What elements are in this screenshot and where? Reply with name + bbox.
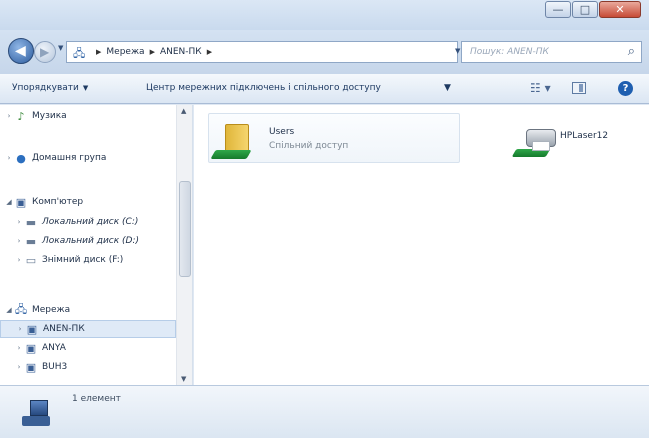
nav-item-label: BUH3 — [42, 362, 68, 372]
nav-item-anya[interactable]: › ▣ ANYA — [0, 339, 176, 357]
nav-item-label: Знімний диск (F:) — [42, 255, 124, 265]
nav-item-anen-pc[interactable]: › ▣ ANEN-ПК — [0, 320, 176, 338]
navigation-pane: › ♪ Музика › ● Домашня група ◢ ▣ Комп'ют… — [0, 105, 193, 385]
help-icon[interactable]: ? — [618, 81, 633, 96]
chevron-down-icon: ▼ — [82, 84, 89, 92]
nav-item-drive-d[interactable]: › ▬ Локальний диск (D:) — [0, 232, 176, 250]
breadcrumb-separator-icon[interactable]: ▶ — [150, 48, 155, 56]
recent-pages-dropdown[interactable]: ▼ — [58, 44, 63, 52]
organize-label: Упорядкувати — [12, 83, 79, 93]
close-button[interactable]: ✕ — [599, 1, 641, 18]
expand-icon[interactable]: › — [14, 344, 24, 352]
address-row: ◀ ▶ ▼ 🖧 ▶ Мережа ▶ ANEN-ПК ▶ ▼ ↻ Пошук: … — [0, 30, 649, 74]
details-pane: 1 елемент — [0, 385, 649, 438]
nav-item-label: Локальний диск (C:) — [42, 217, 139, 227]
drive-icon: ▬ — [25, 234, 37, 248]
nav-item-label: Домашня група — [32, 153, 107, 163]
search-input[interactable]: Пошук: ANEN-ПК ⌕ — [461, 41, 642, 63]
network-icon: 🖧 — [73, 47, 86, 60]
nav-item-label: Локальний диск (D:) — [42, 236, 140, 246]
preview-pane-icon[interactable] — [572, 82, 586, 94]
content-pane: Users Спільний доступ HPLaser12 — [194, 105, 649, 385]
title-bar: — □ ✕ — [0, 0, 649, 30]
share-indicator-icon — [210, 150, 252, 159]
nav-item-network[interactable]: ◢ 🖧 Мережа — [0, 301, 176, 319]
nav-scrollbar[interactable]: ▲ ▼ — [176, 105, 192, 385]
expand-icon[interactable]: › — [14, 237, 24, 245]
computer-icon: ▣ — [15, 195, 27, 209]
item-count: 1 елемент — [72, 394, 121, 404]
network-computer-icon: ▣ — [25, 360, 37, 374]
music-icon: ♪ — [17, 109, 25, 123]
network-computer-icon: ▣ — [25, 341, 37, 355]
network-center-button[interactable]: Центр мережних підключень і спільного до… — [146, 83, 381, 93]
address-dropdown-icon[interactable]: ▼ — [455, 47, 460, 55]
breadcrumb-separator-icon[interactable]: ▶ — [207, 48, 212, 56]
breadcrumb-separator-icon[interactable]: ▶ — [96, 48, 101, 56]
arrow-right-icon: ▶ — [40, 45, 50, 59]
explorer-window: — □ ✕ ◀ ▶ ▼ 🖧 ▶ Мережа ▶ ANEN-ПК ▶ ▼ Пош… — [0, 0, 649, 438]
nav-item-drive-f[interactable]: › ▭ Знімний диск (F:) — [0, 251, 176, 269]
scroll-down-icon[interactable]: ▼ — [181, 375, 186, 383]
expand-icon[interactable]: › — [14, 363, 24, 371]
breadcrumb: ▶ Мережа ▶ ANEN-ПК ▶ — [91, 47, 217, 57]
nav-item-music[interactable]: › ♪ Музика — [0, 107, 176, 125]
forward-button[interactable]: ▶ — [34, 41, 56, 63]
expand-icon[interactable]: › — [14, 256, 24, 264]
address-bar[interactable]: 🖧 ▶ Мережа ▶ ANEN-ПК ▶ ▼ ↻ — [66, 41, 488, 63]
back-button[interactable]: ◀ — [8, 38, 34, 64]
printer-paper-icon — [532, 141, 550, 151]
breadcrumb-computer[interactable]: ANEN-ПК — [160, 47, 202, 57]
shared-folder-users[interactable]: Users Спільний доступ — [208, 113, 460, 163]
nav-item-buh3[interactable]: › ▣ BUH3 — [0, 358, 176, 376]
maximize-icon: □ — [579, 3, 591, 16]
item-title: HPLaser12 — [560, 131, 609, 141]
homegroup-icon: ● — [16, 151, 26, 165]
shared-printer-hplaser12[interactable]: HPLaser12 — [511, 127, 649, 167]
expand-icon[interactable]: › — [4, 112, 14, 120]
monitor-icon — [30, 400, 48, 416]
network-icon: 🖧 — [14, 302, 28, 316]
computer-base-icon — [22, 416, 50, 426]
arrow-left-icon: ◀ — [15, 43, 26, 59]
organize-button[interactable]: Упорядкувати ▼ — [12, 83, 88, 93]
nav-item-label: Музика — [32, 111, 67, 121]
nav-item-label: Комп'ютер — [32, 197, 84, 207]
network-computer-icon — [22, 400, 50, 430]
window-controls: — □ ✕ — [544, 1, 641, 18]
expand-icon[interactable]: › — [14, 218, 24, 226]
nav-item-computer[interactable]: ◢ ▣ Комп'ютер — [0, 193, 176, 211]
network-center-label: Центр мережних підключень і спільного до… — [146, 83, 381, 93]
network-computer-icon: ▣ — [26, 322, 38, 336]
item-title: Users — [269, 127, 295, 137]
nav-item-homegroup[interactable]: › ● Домашня група — [0, 149, 176, 167]
maximize-button[interactable]: □ — [572, 1, 598, 18]
nav-item-drive-c[interactable]: › ▬ Локальний диск (C:) — [0, 213, 176, 231]
search-icon[interactable]: ⌕ — [628, 44, 635, 59]
close-icon: ✕ — [615, 3, 625, 16]
minimize-button[interactable]: — — [545, 1, 571, 18]
expand-icon[interactable]: › — [4, 154, 14, 162]
item-subtitle: Спільний доступ — [269, 141, 349, 151]
minimize-icon: — — [552, 3, 564, 16]
nav-item-label: ANEN-ПК — [43, 324, 85, 334]
expand-icon[interactable]: › — [15, 325, 25, 333]
collapse-icon[interactable]: ◢ — [4, 306, 14, 314]
breadcrumb-network[interactable]: Мережа — [106, 47, 144, 57]
scroll-thumb[interactable] — [179, 181, 191, 277]
change-view-icon[interactable]: ☷ ▾ — [530, 81, 551, 95]
collapse-icon[interactable]: ◢ — [4, 198, 14, 206]
removable-drive-icon: ▭ — [25, 253, 37, 267]
scroll-up-icon[interactable]: ▲ — [181, 107, 186, 115]
nav-item-label: Мережа — [32, 305, 71, 315]
search-placeholder: Пошук: ANEN-ПК — [470, 47, 549, 57]
more-commands-icon[interactable]: ▼ — [444, 83, 451, 93]
command-bar: Упорядкувати ▼ Центр мережних підключень … — [0, 74, 649, 104]
nav-item-label: ANYA — [42, 343, 66, 353]
drive-icon: ▬ — [25, 215, 37, 229]
